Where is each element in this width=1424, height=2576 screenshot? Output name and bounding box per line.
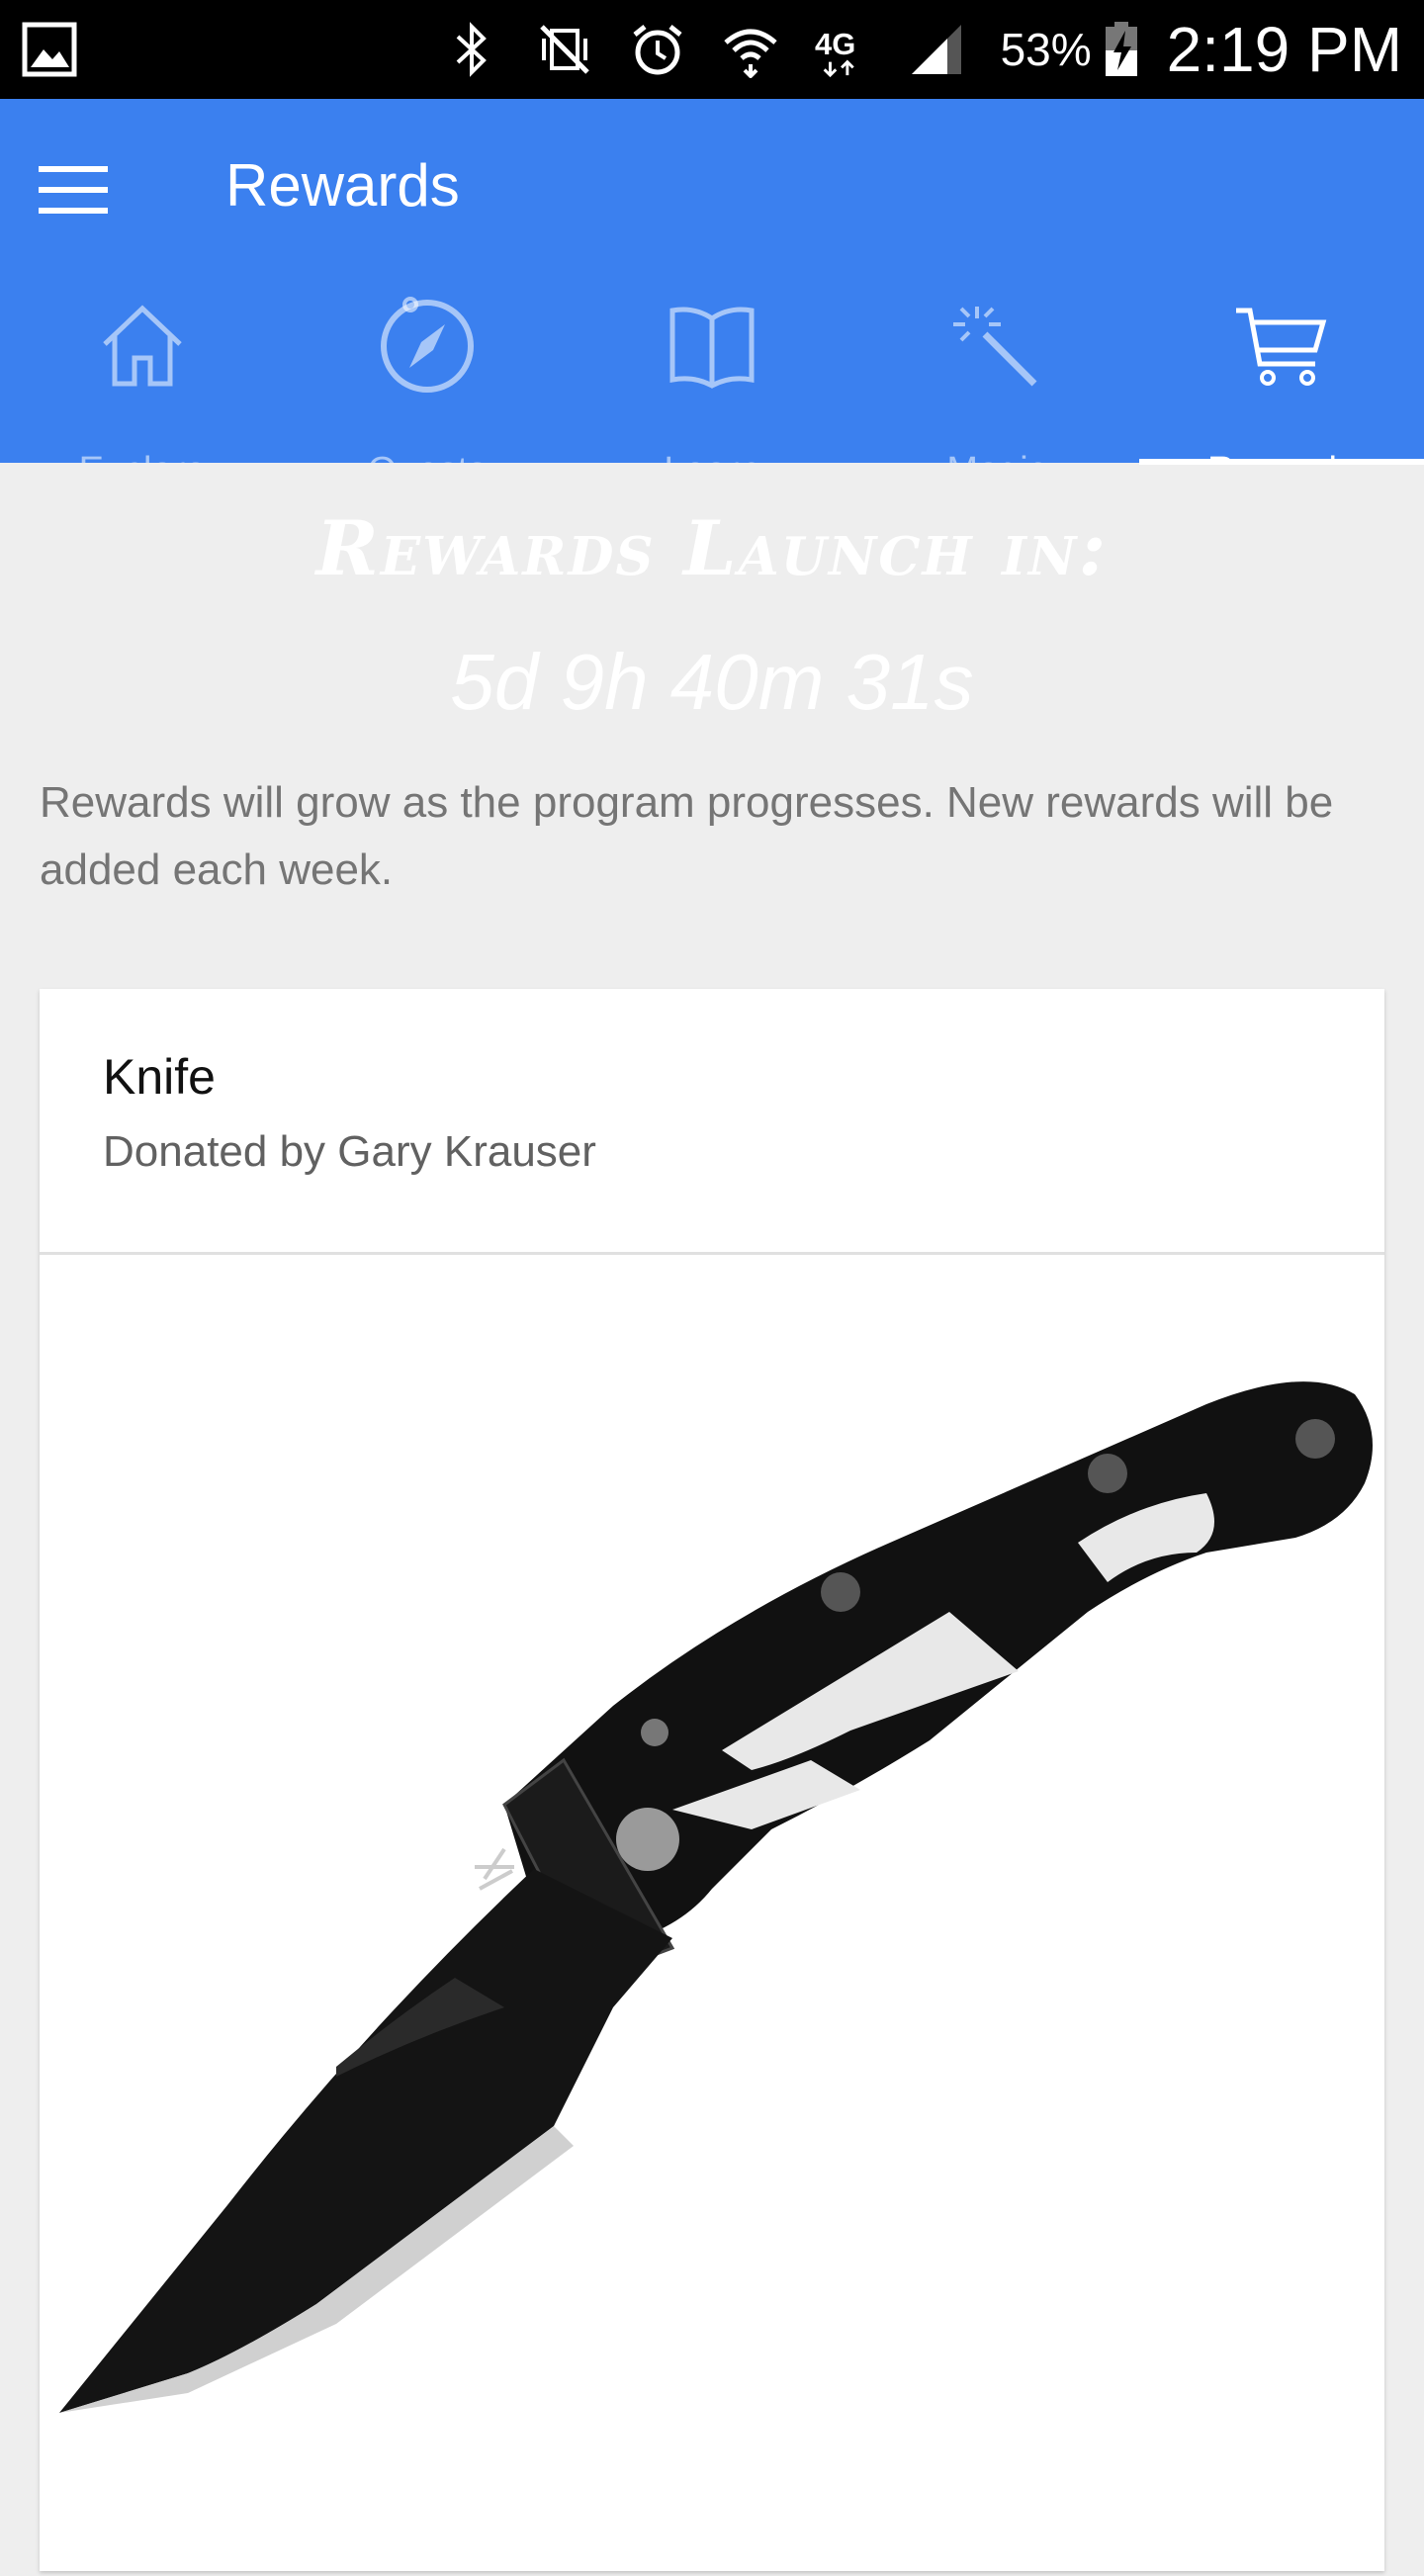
menu-button[interactable]	[22, 138, 125, 241]
book-icon	[661, 295, 763, 398]
tab-learn[interactable]: Learn	[570, 265, 854, 463]
vibrate-mute-icon	[536, 21, 593, 78]
gallery-notification-icon	[22, 22, 77, 77]
reward-card[interactable]: Knife Donated by Gary Krauser	[40, 989, 1384, 2571]
svg-text:4G: 4G	[815, 27, 855, 61]
tab-label: Explore	[0, 451, 285, 463]
battery-charging-icon	[1102, 21, 1141, 78]
countdown-timer: 5d 9h 40m 31s	[450, 638, 974, 726]
status-bar: 4G 53% 2:19 PM	[0, 0, 1424, 99]
bluetooth-icon	[443, 21, 500, 78]
compass-icon	[376, 295, 479, 398]
tab-quests[interactable]: Quests	[285, 265, 570, 463]
cart-icon	[1230, 295, 1333, 398]
tab-label: Magic	[854, 451, 1139, 463]
rewards-description: Rewards will grow as the program progres…	[40, 778, 1334, 894]
battery-percent: 53%	[1000, 24, 1092, 75]
tab-label: Learn	[570, 451, 854, 463]
tab-label: Quests	[285, 451, 570, 463]
app-bar: Rewards Explore Quests	[0, 99, 1424, 465]
reward-title: Knife	[103, 1049, 216, 1105]
network-4g-icon: 4G	[815, 21, 872, 78]
home-icon	[91, 295, 194, 398]
folding-knife-image	[40, 1256, 1384, 2571]
signal-strength-icon	[908, 21, 965, 78]
tab-rewards[interactable]: Rewards	[1139, 265, 1424, 463]
hamburger-menu-icon	[39, 166, 108, 214]
page-title: Rewards	[225, 152, 460, 219]
alarm-icon	[629, 21, 686, 78]
card-divider	[40, 1252, 1384, 1255]
status-time: 2:19 PM	[1166, 14, 1402, 85]
rewards-launch-headline: Rewards Launch in:	[315, 504, 1109, 592]
tab-indicator	[1139, 459, 1424, 465]
magic-wand-icon	[945, 295, 1048, 398]
reward-card-header: Knife Donated by Gary Krauser	[40, 989, 1384, 1252]
tab-explore[interactable]: Explore	[0, 265, 285, 463]
reward-donor: Donated by Gary Krauser	[103, 1127, 596, 1176]
tab-magic[interactable]: Magic	[854, 265, 1139, 463]
tab-bar: Explore Quests Learn	[0, 265, 1424, 463]
wifi-icon	[722, 21, 779, 78]
